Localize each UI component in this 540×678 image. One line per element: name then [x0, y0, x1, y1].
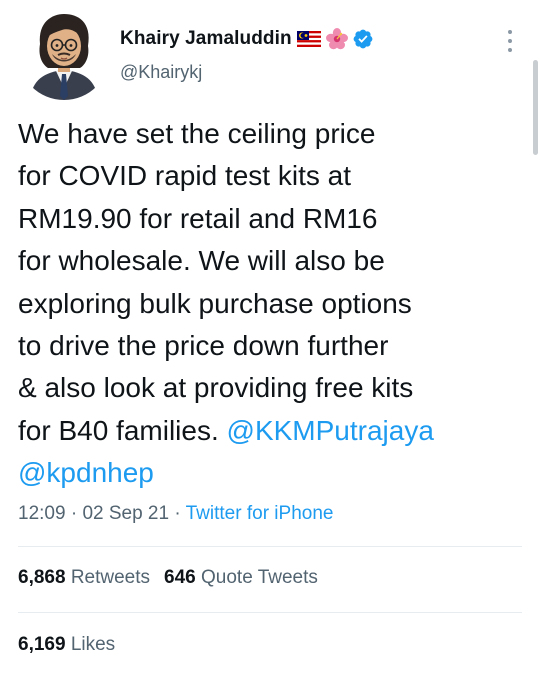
tweet-date[interactable]: 02 Sep 21: [82, 503, 169, 524]
tweet-line-mention: @kpdnhep: [18, 452, 530, 494]
verified-badge-icon: [352, 28, 374, 50]
more-dot: [508, 48, 512, 52]
tweet-text: We have set the ceiling price for COVID …: [18, 113, 530, 495]
more-dot: [508, 30, 512, 34]
avatar-image: [18, 8, 110, 100]
avatar[interactable]: [18, 8, 110, 100]
tweet-line: RM19.90 for retail and RM16: [18, 202, 378, 234]
more-options-icon[interactable]: [505, 30, 515, 52]
likes-count: 6,169: [18, 634, 66, 655]
engagement-stats-row: 6,868 Retweets 646 Quote Tweets: [18, 567, 318, 589]
retweets-label: Retweets: [70, 567, 151, 588]
tweet-source-link[interactable]: Twitter for iPhone: [186, 503, 334, 524]
author-name-row: Khairy Jamaluddin: [120, 24, 374, 54]
scrollbar[interactable]: [533, 60, 538, 155]
malaysia-flag-icon: [296, 31, 321, 47]
tweet-line: exploring bulk purchase options: [18, 287, 412, 319]
tweet-time[interactable]: 12:09: [18, 503, 66, 524]
more-dot: [508, 39, 512, 43]
tweet-line: We have set the ceiling price: [18, 118, 376, 149]
quote-tweets-label: Quote Tweets: [201, 567, 318, 588]
tweet-line: to drive the price down further: [18, 330, 389, 362]
author-handle[interactable]: @Khairykj: [120, 62, 202, 83]
likes-stat[interactable]: 6,169 Likes: [18, 634, 115, 655]
divider: [18, 546, 522, 547]
tweet-line: for wholesale. We will also be: [18, 245, 385, 277]
mention-link-kpdnhep[interactable]: @kpdnhep: [18, 457, 154, 488]
meta-separator: ·: [174, 503, 181, 524]
tweet-line: & also look at providing free kits: [18, 372, 414, 404]
mention-link-kkmputrajaya[interactable]: @KKMPutrajaya: [227, 415, 434, 446]
tweet-line-with-mention: for B40 families. @KKMPutrajaya: [18, 410, 530, 452]
meta-separator: ·: [70, 503, 78, 524]
likes-label: Likes: [70, 634, 116, 655]
tweet-line: for COVID rapid test kits at: [18, 160, 351, 192]
retweets-count: 6,868: [18, 567, 66, 588]
quote-tweets-stat[interactable]: 646 Quote Tweets: [164, 567, 318, 588]
divider: [18, 612, 522, 613]
quote-tweets-count: 646: [164, 567, 196, 588]
likes-stats-row: 6,169 Likes: [18, 634, 115, 656]
tweet-line: for B40 families.: [18, 414, 219, 446]
tweet-meta: 12:09 · 02 Sep 21 · Twitter for iPhone: [18, 503, 333, 525]
retweets-stat[interactable]: 6,868 Retweets: [18, 567, 150, 588]
hibiscus-flower-icon: [325, 28, 348, 50]
author-display-name[interactable]: Khairy Jamaluddin: [120, 28, 292, 50]
